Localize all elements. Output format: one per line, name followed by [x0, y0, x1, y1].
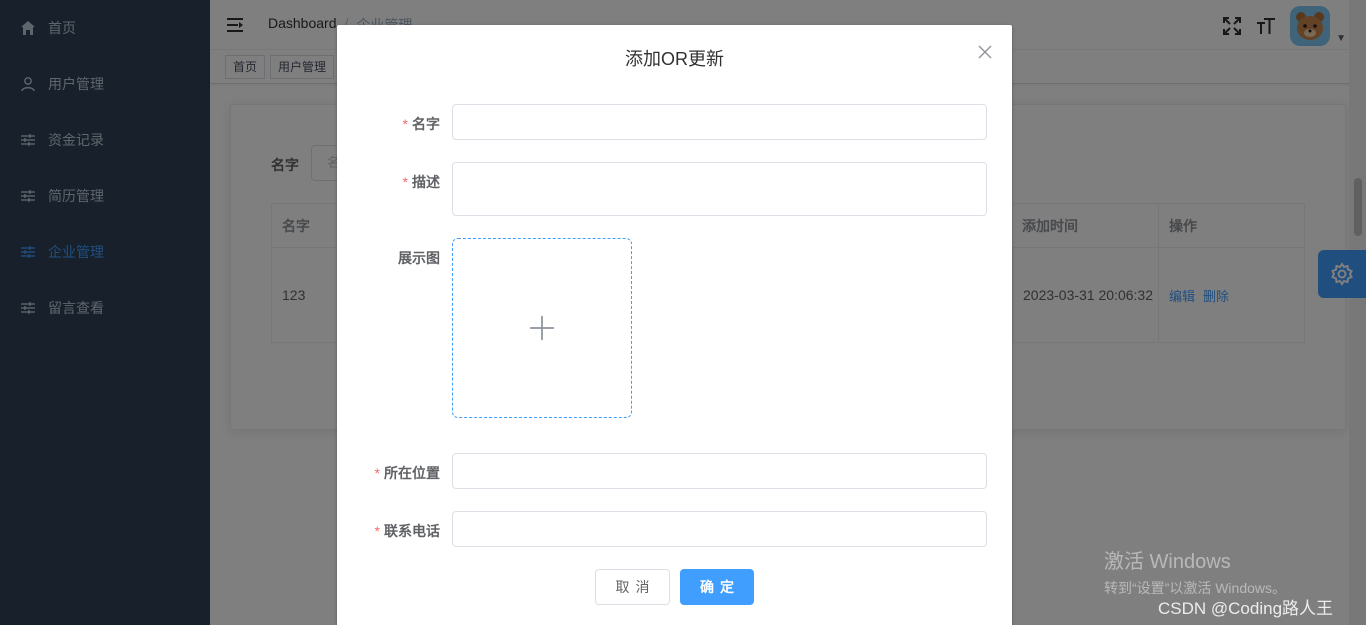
watermark-title: 激活 Windows — [1104, 551, 1231, 573]
required-mark: * — [374, 465, 380, 481]
plus-icon — [530, 316, 554, 340]
close-icon[interactable] — [978, 45, 992, 59]
image-uploader[interactable] — [452, 238, 632, 418]
field-label-image: 展示图 — [398, 250, 440, 266]
windows-activation-watermark: 激活 Windows 转到“设置”以激活 Windows。 — [1104, 545, 1286, 598]
required-mark: * — [374, 523, 380, 539]
field-label-location: * 所在位置 — [374, 465, 440, 481]
cancel-button[interactable]: 取消 — [595, 569, 670, 605]
required-mark: * — [402, 174, 408, 190]
required-mark: * — [402, 116, 408, 132]
field-label-desc: * 描述 — [402, 174, 440, 190]
phone-input[interactable] — [452, 511, 987, 547]
location-input[interactable] — [452, 453, 987, 489]
csdn-watermark: CSDN @Coding路人王 — [1158, 599, 1334, 618]
field-label-name: * 名字 — [402, 116, 440, 132]
add-update-dialog: 添加OR更新 * 名字 * 描述 展示图 * 所在位置 * 联系电话 取消 确定 — [337, 25, 1012, 625]
name-input[interactable] — [452, 104, 987, 140]
confirm-button[interactable]: 确定 — [680, 569, 754, 605]
field-label-phone: * 联系电话 — [374, 523, 440, 539]
desc-textarea[interactable] — [452, 162, 987, 216]
dialog-title: 添加OR更新 — [625, 49, 724, 69]
